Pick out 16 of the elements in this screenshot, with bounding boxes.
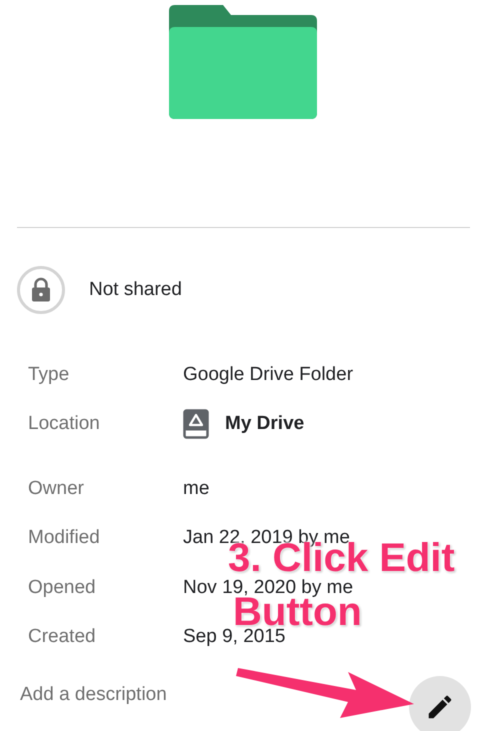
detail-label: Created [28,626,97,648]
detail-value: me [183,478,210,500]
detail-label: Type [28,364,70,386]
description-field[interactable]: Add a description [20,684,220,706]
sharing-status: Not shared [89,279,182,301]
detail-label: Modified [28,527,101,550]
detail-value: Sep 9, 2015 [183,626,286,648]
location-link[interactable]: My Drive [225,413,304,436]
edit-button[interactable] [409,676,471,731]
detail-label: Location [28,413,101,436]
detail-label: Owner [28,478,85,500]
folder-icon [168,5,316,119]
lock-icon [17,266,65,314]
drive-icon [183,409,209,440]
detail-value: Google Drive Folder [183,364,354,386]
detail-label: Opened [28,576,97,599]
